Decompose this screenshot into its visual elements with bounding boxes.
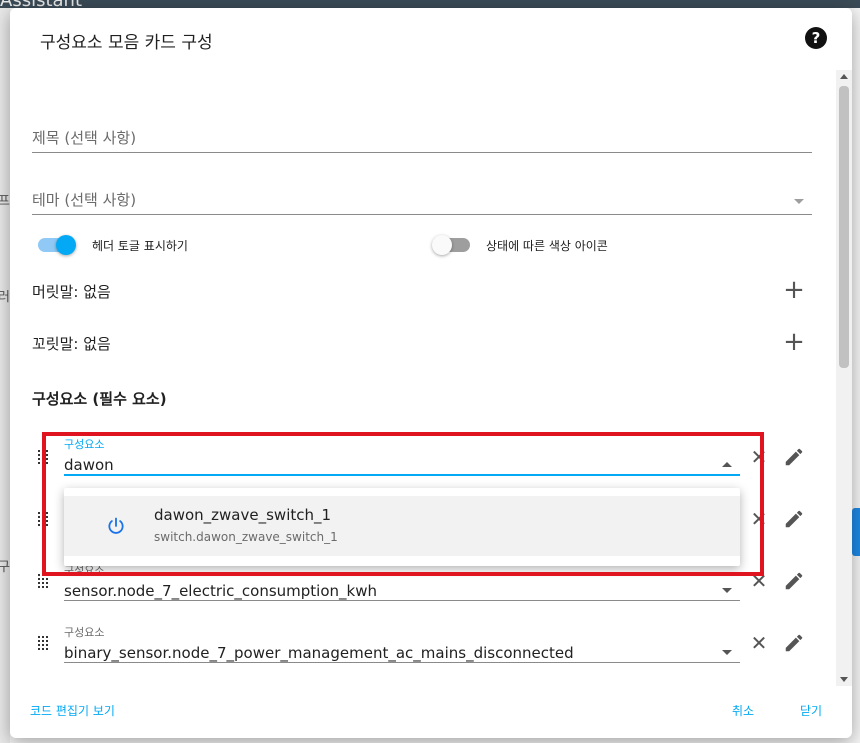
state-color-toggle-label: 상태에 따른 색상 아이콘 [486,239,608,253]
add-header-button[interactable]: + [782,277,806,303]
entity-picker-label: 구성요소 [64,626,105,639]
scrollbar[interactable] [836,70,852,686]
chevron-down-icon[interactable] [722,650,732,655]
drag-handle-icon[interactable] [38,574,50,588]
show-header-toggle-label: 헤더 토글 표시하기 [92,239,188,253]
scroll-thumb[interactable] [839,86,849,368]
footer-row-label: 꼬릿말: 없음 [32,335,111,353]
theme-placeholder: 테마 (선택 사항) [32,191,137,209]
title-input[interactable]: 제목 (선택 사항) [32,112,812,153]
background-header: Assistant [0,0,860,11]
card-config-dialog: 구성요소 모음 카드 구성 ? 제목 (선택 사항) 테마 (선택 사항) 헤더… [10,8,852,738]
edit-pencil-icon[interactable] [783,570,805,592]
drag-handle-icon[interactable] [38,636,50,650]
state-color-toggle[interactable] [432,235,470,255]
header-row-label: 머릿말: 없음 [32,283,111,301]
background-fragment: 프 [0,194,10,209]
cancel-button[interactable]: 취소 [732,702,754,719]
entity-picker-value[interactable]: binary_sensor.node_7_power_management_ac… [64,644,574,662]
chevron-down-icon [794,199,804,204]
add-footer-button[interactable]: + [782,329,806,355]
edit-pencil-icon[interactable] [783,446,805,468]
entity-picker-value[interactable]: sensor.node_7_electric_consumption_kwh [64,582,377,600]
entities-section-title: 구성요소 (필수 요소) [32,390,167,408]
show-header-toggle[interactable] [38,235,76,255]
help-icon[interactable]: ? [805,27,827,49]
scroll-down-arrow-icon[interactable] [840,677,848,682]
edit-pencil-icon[interactable] [783,632,805,654]
theme-select[interactable]: 테마 (선택 사항) [32,174,812,215]
background-sidebar: 프 러 구 [0,8,10,743]
background-fragment: 러 [0,290,10,305]
scroll-up-arrow-icon[interactable] [840,74,848,79]
remove-entity-icon[interactable]: ✕ [750,633,768,653]
chevron-down-icon[interactable] [722,588,732,593]
show-code-editor-button[interactable]: 코드 편집기 보기 [30,702,115,719]
title-placeholder: 제목 (선택 사항) [32,129,137,147]
edit-pencil-icon[interactable] [783,508,805,530]
background-button [852,508,860,556]
entity-picker[interactable]: 구성요소 binary_sensor.node_7_power_manageme… [64,624,740,663]
close-button[interactable]: 닫기 [800,702,822,719]
dialog-title: 구성요소 모음 카드 구성 [40,33,213,53]
highlight-annotation-box [42,432,764,576]
background-fragment: 구 [0,560,10,575]
